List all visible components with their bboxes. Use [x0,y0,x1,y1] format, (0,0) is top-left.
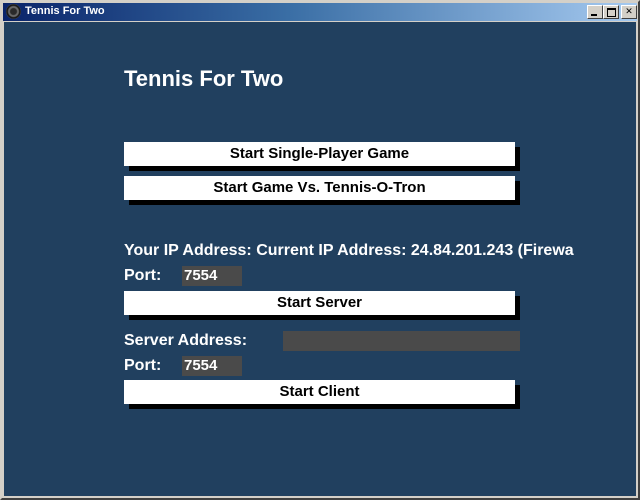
game-menu-panel: Tennis For Two Start Single-Player Game … [4,22,636,496]
ip-address-label: Your IP Address: [124,242,257,259]
close-button[interactable]: ✕ [621,5,637,19]
server-address-label: Server Address: [124,332,248,349]
maximize-icon [607,8,616,17]
start-vs-ai-button[interactable]: Start Game Vs. Tennis-O-Tron [124,176,515,200]
server-port-label: Port: [124,267,162,284]
window-title: Tennis For Two [25,5,105,17]
start-server-button[interactable]: Start Server [124,291,515,315]
ip-address-row: Your IP Address: Current IP Address: 24.… [124,241,574,261]
app-window: Tennis For Two ✕ Tennis For Two Start Si… [0,0,640,500]
app-icon[interactable] [6,4,21,19]
ip-address-value: Current IP Address: 24.84.201.243 (Firew… [256,242,574,259]
server-address-input[interactable] [283,331,520,351]
start-client-button[interactable]: Start Client [124,380,515,404]
server-port-input[interactable]: 7554 [182,266,242,286]
client-port-input[interactable]: 7554 [182,356,242,376]
start-single-player-button[interactable]: Start Single-Player Game [124,142,515,166]
client-port-label: Port: [124,357,162,374]
title-bar[interactable]: Tennis For Two ✕ [3,3,637,21]
close-icon: ✕ [625,7,633,17]
minimize-icon [591,14,597,16]
maximize-button[interactable] [603,5,619,19]
game-title: Tennis For Two [124,66,284,91]
minimize-button[interactable] [587,5,603,19]
